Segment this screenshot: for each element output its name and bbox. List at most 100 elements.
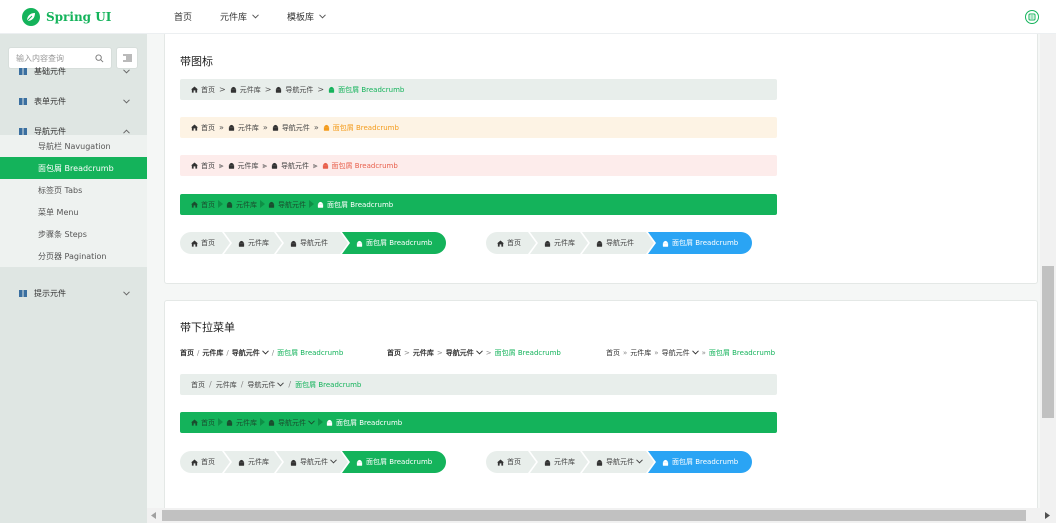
breadcrumb-item[interactable]: 导航元件 (582, 232, 654, 254)
sidebar-group-label: 表单元件 (34, 96, 66, 106)
nav-item[interactable]: 模板库 (287, 10, 326, 23)
breadcrumb-item: 面包屑 Breadcrumb (317, 200, 393, 210)
breadcrumb-item[interactable]: 首页 (191, 380, 205, 390)
breadcrumb-label[interactable]: 首页 (387, 348, 401, 358)
sidebar-item[interactable]: 步骤条 Steps (0, 223, 147, 245)
sidebar-item[interactable]: 面包屑 Breadcrumb (0, 157, 147, 179)
card-dropdown-breadcrumbs: 带下拉菜单 首页 / 元件库 / 导航元件 / 面包屑 Breadcrumb 首页 > 元件库 > 导… (164, 300, 1038, 508)
nav-item[interactable]: 首页 (174, 10, 192, 23)
breadcrumb-separator (260, 199, 265, 210)
breadcrumb-content: 元件库 (530, 238, 575, 248)
breadcrumb-item[interactable]: 元件库 (226, 200, 257, 210)
breadcrumb-item[interactable]: 元件库 (228, 161, 259, 171)
breadcrumb-label: 导航元件 (606, 239, 634, 247)
folder-icon (356, 239, 366, 247)
folder-icon (356, 458, 366, 466)
breadcrumb-item[interactable]: 元件库 (228, 123, 259, 133)
breadcrumb-label: 元件库 (248, 239, 269, 247)
logo[interactable]: Spring UI (0, 0, 147, 34)
breadcrumb-item[interactable]: 元件库 (226, 418, 257, 428)
breadcrumb-item[interactable]: 首页 (180, 232, 230, 254)
breadcrumb-label: 面包屑 Breadcrumb (327, 200, 394, 209)
sidebar-item[interactable]: 导航栏 Navugation (0, 135, 147, 157)
folder-icon (290, 239, 300, 247)
breadcrumb-content: 元件库 (224, 457, 269, 467)
sidebar-group[interactable]: 提示元件 (0, 282, 147, 304)
breadcrumb-item[interactable]: 导航元件 (247, 380, 285, 390)
breadcrumb-item[interactable]: 元件库 (224, 451, 282, 473)
breadcrumb-label: 面包屑 Breadcrumb (336, 418, 403, 427)
scrollbar-thumb[interactable] (1042, 266, 1054, 418)
sidebar-item-label: 面包屑 Breadcrumb (38, 163, 114, 173)
breadcrumb-item[interactable]: 首页 (191, 85, 215, 95)
breadcrumb-label[interactable]: 元件库 (630, 348, 651, 358)
breadcrumb-item[interactable]: 首页 (191, 161, 215, 171)
chevron-down-icon[interactable] (275, 381, 285, 389)
nav-item[interactable]: 元件库 (220, 10, 259, 23)
breadcrumb-item[interactable]: 首页 (180, 451, 230, 473)
horizontal-scrollbar[interactable] (147, 508, 1056, 523)
breadcrumb-label: 元件库 (236, 418, 257, 427)
chevron-down-icon[interactable] (690, 349, 699, 357)
breadcrumb-item[interactable]: 导航元件 (268, 200, 306, 210)
breadcrumb-item[interactable]: 首页 (486, 451, 536, 473)
breadcrumb-label: 首页 (201, 161, 215, 170)
breadcrumb-item[interactable]: 首页 (191, 200, 215, 210)
breadcrumb-item[interactable]: 元件库 (224, 232, 282, 254)
nav-item-label: 模板库 (287, 13, 315, 23)
scroll-right-icon[interactable] (1045, 512, 1051, 519)
breadcrumb-item: 面包屑 Breadcrumb (648, 232, 752, 254)
breadcrumb-separator: / (271, 349, 275, 357)
book-icon (19, 289, 27, 297)
breadcrumb-label[interactable]: 导航元件 (446, 348, 474, 358)
scroll-left-icon[interactable] (151, 512, 157, 519)
breadcrumb-item[interactable]: 导航元件 (271, 161, 309, 171)
leaf-logo-icon (22, 7, 40, 26)
breadcrumb-item[interactable]: 导航元件 (268, 418, 315, 428)
breadcrumb-label: 首页 (191, 380, 205, 389)
sidebar-item[interactable]: 标签页 Tabs (0, 179, 147, 201)
folder-icon (662, 458, 672, 466)
breadcrumb-label[interactable]: 导航元件 (232, 348, 260, 358)
breadcrumb-item[interactable]: 首页 (191, 418, 215, 428)
breadcrumb-item[interactable]: 首页 (486, 232, 536, 254)
breadcrumb-item[interactable]: 导航元件 (582, 451, 654, 473)
breadcrumb-label[interactable]: 元件库 (202, 348, 223, 358)
breadcrumb-item[interactable]: 元件库 (530, 232, 588, 254)
breadcrumb-label[interactable]: 首页 (180, 348, 194, 358)
chevron-down-icon[interactable] (306, 419, 315, 427)
sidebar-item[interactable]: 分页器 Pagination (0, 245, 147, 267)
breadcrumb-label: 首页 (201, 200, 215, 209)
chevron-down-icon[interactable] (634, 458, 643, 466)
chevron-down-icon[interactable] (328, 458, 337, 466)
breadcrumb-label: 面包屑 Breadcrumb (295, 380, 362, 389)
folder-icon (328, 86, 338, 94)
breadcrumb-separator: > (317, 85, 325, 94)
breadcrumb-item[interactable]: 元件库 (230, 85, 261, 95)
breadcrumb-label: 面包屑 Breadcrumb (672, 239, 739, 247)
sidebar-item-label: 标签页 Tabs (38, 185, 83, 195)
breadcrumb-label[interactable]: 元件库 (413, 348, 434, 358)
sidebar-group[interactable]: 基础元件 (0, 60, 147, 82)
sidebar-item[interactable]: 菜单 Menu (0, 201, 147, 223)
folder-icon (544, 239, 554, 247)
vertical-scrollbar[interactable] (1040, 34, 1056, 508)
scrollbar-thumb[interactable] (162, 510, 1026, 521)
app-menu-icon[interactable] (1025, 10, 1039, 24)
breadcrumb-item[interactable]: 导航元件 (276, 451, 348, 473)
breadcrumb-item[interactable]: 导航元件 (272, 123, 310, 133)
sidebar-group[interactable]: 表单元件 (0, 90, 147, 112)
breadcrumb-label[interactable]: 导航元件 (662, 348, 690, 358)
top-header: Spring UI 首页 元件库 模板库 (0, 0, 1056, 34)
breadcrumb-item[interactable]: 元件库 (530, 451, 588, 473)
breadcrumb-label[interactable]: 首页 (606, 348, 620, 358)
breadcrumb-label: 面包屑 Breadcrumb (366, 239, 433, 247)
breadcrumb-label: 面包屑 Breadcrumb (494, 349, 561, 357)
breadcrumb-item[interactable]: 首页 (191, 123, 215, 133)
chevron-down-icon[interactable] (260, 349, 269, 357)
breadcrumb-separator (218, 417, 223, 428)
chevron-down-icon[interactable] (474, 349, 483, 357)
breadcrumb-item[interactable]: 导航元件 (275, 85, 313, 95)
breadcrumb-item[interactable]: 导航元件 (276, 232, 348, 254)
breadcrumb-item[interactable]: 元件库 (216, 380, 237, 390)
